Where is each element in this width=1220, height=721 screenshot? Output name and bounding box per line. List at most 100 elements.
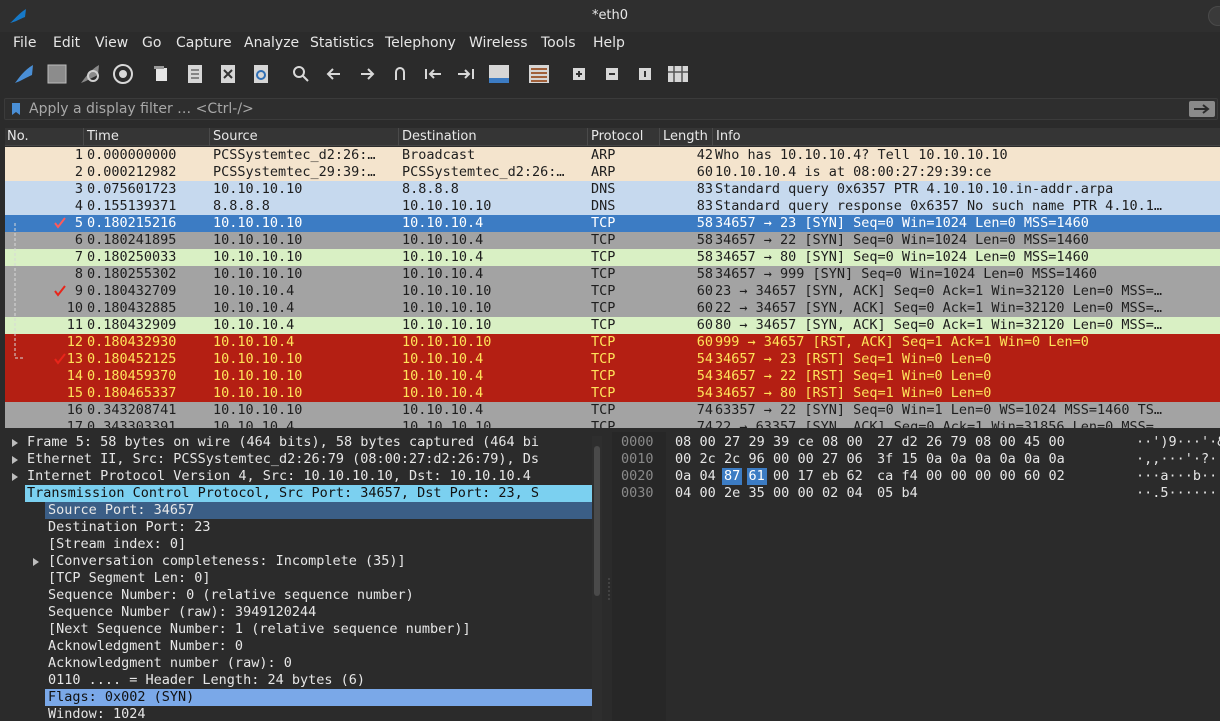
detail-row[interactable]: Sequence Number: 0 (relative sequence nu…	[5, 587, 592, 604]
close-file-icon[interactable]	[216, 62, 240, 86]
hex-byte[interactable]: 2c	[724, 451, 740, 468]
hex-byte[interactable]: 29	[749, 434, 765, 451]
menu-telephony[interactable]: Telephony	[385, 35, 456, 51]
colorize-icon[interactable]	[527, 62, 551, 86]
hex-byte-highlighted[interactable]: 87	[722, 468, 743, 485]
capture-options-icon[interactable]	[111, 62, 135, 86]
hex-byte[interactable]: 08	[675, 434, 691, 451]
packet-row[interactable]: 15 0.180465337 10.10.10.10 10.10.10.4 TCP 54 3…	[5, 385, 1220, 402]
hex-byte[interactable]: 0a	[1024, 451, 1040, 468]
hex-byte[interactable]: 39	[773, 434, 789, 451]
detail-selected-header[interactable]: Transmission Control Protocol, Src Port:…	[25, 485, 592, 502]
resize-columns-icon[interactable]	[666, 62, 690, 86]
first-packet-icon[interactable]	[421, 62, 445, 86]
menu-go[interactable]: Go	[142, 35, 161, 51]
hex-byte[interactable]: 02	[822, 485, 838, 502]
hex-byte[interactable]: 04	[847, 485, 863, 502]
hex-byte[interactable]: 00	[1049, 434, 1065, 451]
hex-byte[interactable]: 26	[926, 434, 942, 451]
packet-row[interactable]: 3 0.075601723 10.10.10.10 8.8.8.8 DNS 83 Stand…	[5, 181, 1220, 198]
menu-tools[interactable]: Tools	[541, 35, 576, 51]
column-header-destination[interactable]: Destination	[402, 129, 477, 144]
hex-byte[interactable]: 04	[675, 485, 691, 502]
hex-byte[interactable]: 04	[700, 468, 716, 485]
hex-byte[interactable]: 00	[773, 468, 789, 485]
hex-byte[interactable]: 79	[951, 434, 967, 451]
hex-byte[interactable]: 00	[675, 451, 691, 468]
hex-byte[interactable]: 00	[798, 485, 814, 502]
hex-byte[interactable]: 27	[822, 451, 838, 468]
detail-row[interactable]: Acknowledgment number (raw): 0	[5, 655, 592, 672]
hex-byte[interactable]: 3f	[877, 451, 893, 468]
detail-row[interactable]: Source Port: 34657	[45, 502, 592, 519]
selected-packet-row[interactable]: 5 0.180215216 10.10.10.10 10.10.10.4 TCP 58 34…	[5, 215, 1220, 232]
menu-statistics[interactable]: Statistics	[310, 35, 374, 51]
hex-byte[interactable]: 00	[700, 485, 716, 502]
hex-byte[interactable]: 17	[798, 468, 814, 485]
window-control-button[interactable]	[1208, 6, 1220, 26]
open-file-icon[interactable]	[150, 62, 174, 86]
column-header-length[interactable]: Length	[663, 129, 708, 144]
hex-byte[interactable]: eb	[822, 468, 838, 485]
column-separator[interactable]	[209, 128, 210, 146]
detail-row[interactable]: Internet Protocol Version 4, Src: 10.10.…	[5, 468, 592, 485]
last-packet-icon[interactable]	[454, 62, 478, 86]
hex-byte[interactable]: 0a	[675, 468, 691, 485]
zoom-in-icon[interactable]	[567, 62, 591, 86]
column-separator[interactable]	[83, 128, 84, 146]
hex-byte[interactable]: 35	[749, 485, 765, 502]
hex-byte[interactable]: 00	[1000, 434, 1016, 451]
go-back-icon[interactable]	[322, 62, 346, 86]
detail-row[interactable]: Destination Port: 23	[5, 519, 592, 536]
go-to-packet-icon[interactable]	[388, 62, 412, 86]
hex-byte[interactable]: 62	[847, 468, 863, 485]
hex-byte[interactable]: 0a	[975, 451, 991, 468]
packet-row[interactable]: 17 0.343303391 10.10.10.4 10.10.10.10 TCP 74 2…	[5, 419, 1220, 428]
packet-row[interactable]: 2 0.000212982 PCSSystemtec_29:39:… PCSSyste…	[5, 164, 1220, 181]
ascii-bytes[interactable]: ··')9···'·&y··E·	[1136, 434, 1220, 451]
hex-byte[interactable]: b4	[902, 485, 918, 502]
hex-byte[interactable]: 00	[798, 451, 814, 468]
expand-arrow-icon[interactable]	[12, 473, 18, 481]
menu-view[interactable]: View	[95, 35, 128, 51]
hex-byte[interactable]: 00	[1000, 468, 1016, 485]
hex-byte[interactable]: 02	[1049, 468, 1065, 485]
hex-byte[interactable]: 0a	[1049, 451, 1065, 468]
column-separator[interactable]	[659, 128, 660, 146]
hex-byte[interactable]: 27	[877, 434, 893, 451]
packet-row[interactable]: 8 0.180255302 10.10.10.10 10.10.10.4 TCP 58 34…	[5, 266, 1220, 283]
menu-help[interactable]: Help	[593, 35, 625, 51]
display-filter-input[interactable]	[29, 100, 1179, 118]
bookmark-icon[interactable]	[11, 102, 21, 116]
details-scrollbar-thumb[interactable]	[594, 446, 600, 596]
packet-row[interactable]: 1 0.000000000 PCSSystemtec_d2:26:… Broadcas…	[5, 147, 1220, 164]
hex-byte[interactable]: 2e	[724, 485, 740, 502]
apply-filter-button[interactable]	[1189, 101, 1215, 117]
menu-edit[interactable]: Edit	[53, 35, 80, 51]
column-header-time[interactable]: Time	[87, 129, 119, 144]
hex-byte[interactable]: 08	[822, 434, 838, 451]
autoscroll-icon[interactable]	[487, 62, 511, 86]
hex-byte[interactable]: 06	[847, 451, 863, 468]
detail-row[interactable]: Acknowledgment Number: 0	[5, 638, 592, 655]
detail-row[interactable]: [Next Sequence Number: 1 (relative seque…	[5, 621, 592, 638]
packet-row[interactable]: 4 0.155139371 8.8.8.8 10.10.10.10 DNS 83 Stand…	[5, 198, 1220, 215]
hex-byte[interactable]: 00	[773, 451, 789, 468]
hex-byte[interactable]: 00	[773, 485, 789, 502]
zoom-out-icon[interactable]	[600, 62, 624, 86]
packet-row[interactable]: 14 0.180459370 10.10.10.10 10.10.10.4 TCP 54 3…	[5, 368, 1220, 385]
hex-byte[interactable]: 27	[724, 434, 740, 451]
column-separator[interactable]	[398, 128, 399, 146]
hex-byte[interactable]: 0a	[926, 451, 942, 468]
column-header-info[interactable]: Info	[716, 129, 741, 144]
detail-row[interactable]: Window: 1024	[5, 706, 592, 721]
hex-byte[interactable]: 2c	[700, 451, 716, 468]
hex-byte[interactable]: 0a	[951, 451, 967, 468]
packet-row[interactable]: 7 0.180250033 10.10.10.10 10.10.10.4 TCP 58 34…	[5, 249, 1220, 266]
reload-file-icon[interactable]	[249, 62, 273, 86]
packet-row[interactable]: 12 0.180432930 10.10.10.4 10.10.10.10 TCP 60 9…	[5, 334, 1220, 351]
hex-byte[interactable]: 00	[951, 468, 967, 485]
menu-file[interactable]: File	[13, 35, 36, 51]
column-header-protocol[interactable]: Protocol	[591, 129, 643, 144]
packet-row[interactable]: 6 0.180241895 10.10.10.10 10.10.10.4 TCP 58 34…	[5, 232, 1220, 249]
